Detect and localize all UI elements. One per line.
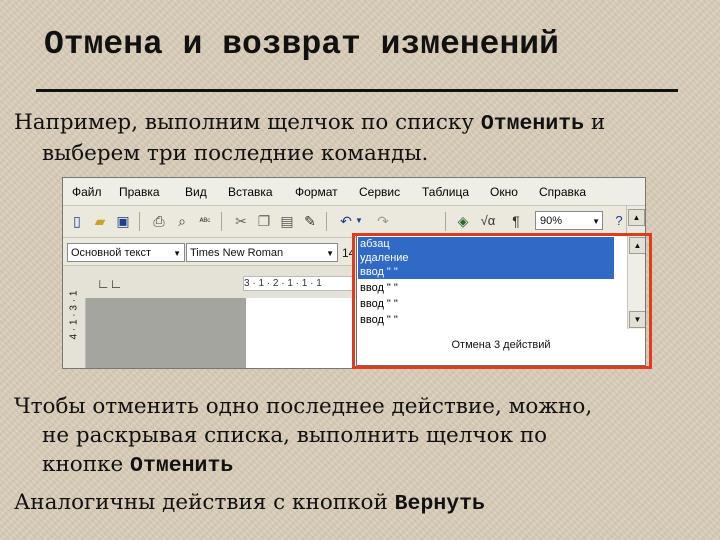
chevron-down-icon: ▼ bbox=[326, 249, 334, 258]
scroll-up-icon[interactable]: ▲ bbox=[628, 209, 645, 226]
paragraph-redo: Аналогичны действия с кнопкой Вернуть bbox=[14, 488, 714, 519]
intro-text: Например, выполним щелчок по списку bbox=[14, 110, 481, 135]
intro-and: и bbox=[584, 110, 606, 135]
document-background bbox=[86, 298, 246, 368]
open-folder-icon[interactable]: ▰ bbox=[90, 211, 110, 231]
menu-bar: Файл Правка Вид Вставка Формат Сервис Та… bbox=[63, 178, 645, 206]
title-underline bbox=[36, 89, 678, 92]
menu-edit[interactable]: Правка bbox=[119, 185, 160, 199]
toolbar-separator bbox=[326, 212, 327, 231]
undo-text-line-2: не раскрывая списка, выполнить щелчок по bbox=[42, 423, 548, 448]
save-icon[interactable]: ▣ bbox=[113, 211, 133, 231]
style-select[interactable]: Основной текст ▼ bbox=[67, 243, 185, 262]
document-page[interactable] bbox=[246, 298, 354, 368]
font-value: Times New Roman bbox=[190, 247, 284, 259]
tab-stop-icon[interactable]: ∟∟ bbox=[97, 276, 122, 291]
menu-help[interactable]: Справка bbox=[539, 185, 586, 199]
toolbar-separator bbox=[445, 212, 446, 231]
paste-icon[interactable]: ▤ bbox=[277, 211, 297, 231]
menu-file[interactable]: Файл bbox=[72, 185, 102, 199]
redo-keyword: Вернуть bbox=[394, 492, 485, 516]
font-select[interactable]: Times New Roman ▼ bbox=[186, 243, 338, 262]
toolbar-separator bbox=[139, 212, 140, 231]
print-icon[interactable]: ⎙ bbox=[149, 211, 169, 231]
undo-icon[interactable]: ↶ bbox=[336, 211, 356, 231]
chevron-down-icon: ▼ bbox=[173, 249, 181, 258]
undo-keyword: Отменить bbox=[130, 454, 234, 478]
paragraph-undo-button: Чтобы отменить одно последнее действие, … bbox=[14, 392, 714, 481]
spelling-icon[interactable]: ᴬᴮᶜ bbox=[195, 211, 215, 231]
paragraph-intro: Например, выполним щелчок по списку Отме… bbox=[14, 108, 714, 168]
intro-line-2: выберем три последние команды. bbox=[42, 141, 429, 166]
new-document-icon[interactable]: ▯ bbox=[67, 211, 87, 231]
style-value: Основной текст bbox=[71, 247, 151, 259]
menu-format[interactable]: Формат bbox=[295, 185, 338, 199]
menu-insert[interactable]: Вставка bbox=[228, 185, 273, 199]
undo-text-line-1: Чтобы отменить одно последнее действие, … bbox=[14, 394, 593, 419]
format-painter-icon[interactable]: ✎ bbox=[300, 211, 320, 231]
menu-view[interactable]: Вид bbox=[185, 185, 207, 199]
menu-window[interactable]: Окно bbox=[490, 185, 518, 199]
zoom-value: 90% bbox=[540, 215, 563, 227]
highlight-frame bbox=[352, 233, 652, 369]
print-preview-icon[interactable]: ⌕ bbox=[172, 211, 192, 231]
undo-keyword: Отменить bbox=[480, 112, 585, 136]
menu-tools[interactable]: Сервис bbox=[359, 185, 400, 199]
pilcrow-icon[interactable]: ¶ bbox=[506, 211, 526, 231]
redo-icon[interactable]: ↷ bbox=[373, 211, 393, 231]
chevron-down-icon: ▼ bbox=[592, 217, 600, 226]
undo-dropdown-icon[interactable]: ▼ bbox=[354, 211, 364, 231]
ruler-marks: 3 · 1 · 2 · 1 · 1 · 1 bbox=[244, 278, 322, 289]
undo-text-button-prefix: кнопке bbox=[42, 452, 131, 477]
redo-text: Аналогичны действия с кнопкой bbox=[14, 490, 395, 515]
cut-icon[interactable]: ✂ bbox=[231, 211, 251, 231]
undo-text-line-3: кнопке Отменить bbox=[14, 450, 714, 481]
menu-table[interactable]: Таблица bbox=[422, 185, 469, 199]
horizontal-ruler[interactable]: 3 · 1 · 2 · 1 · 1 · 1 bbox=[243, 276, 355, 291]
vertical-ruler-marks: 4 · 1 · 3 · 1 bbox=[68, 290, 80, 340]
copy-icon[interactable]: ❐ bbox=[254, 211, 274, 231]
zoom-select[interactable]: 90% ▼ bbox=[535, 211, 603, 230]
vertical-ruler[interactable]: 4 · 1 · 3 · 1 bbox=[63, 290, 86, 368]
toolbar-separator bbox=[221, 212, 222, 231]
insert-hyperlink-icon[interactable]: ◈ bbox=[453, 211, 473, 231]
equation-icon[interactable]: √α bbox=[478, 211, 498, 231]
slide-title: Отмена и возврат изменений bbox=[44, 26, 559, 63]
